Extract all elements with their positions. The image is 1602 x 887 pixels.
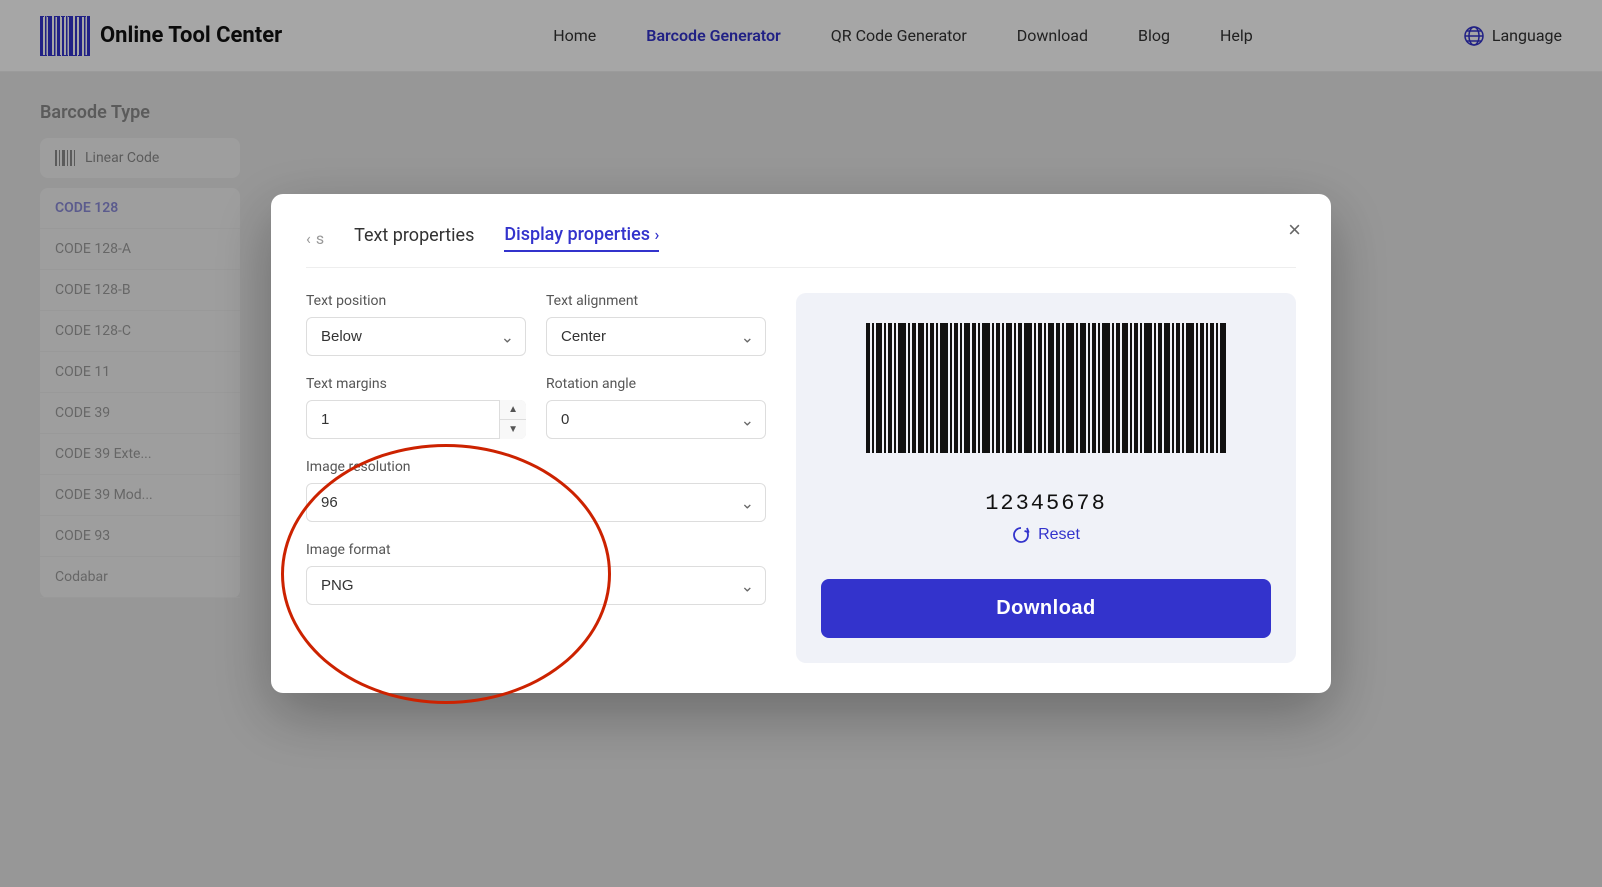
text-alignment-select[interactable]: Center Left Right (546, 317, 766, 356)
rotation-angle-select-wrapper: 0 90 180 270 (546, 400, 766, 439)
image-resolution-select-wrapper: 72 96 150 300 (306, 483, 766, 522)
modal-tabs: ‹ s Text properties Display properties › (306, 224, 1296, 268)
reset-button[interactable]: Reset (1002, 516, 1090, 554)
modal-close-button[interactable]: × (1288, 219, 1301, 241)
modal-overlay: ‹ s Text properties Display properties ›… (0, 0, 1602, 887)
circle-annotation-area: Image resolution 72 96 150 300 Ima (306, 459, 766, 605)
barcode-image (856, 318, 1236, 478)
tab-back[interactable]: ‹ s (306, 229, 324, 248)
text-position-select-wrapper: Below Above None (306, 317, 526, 356)
image-format-group: Image format PNG JPG SVG BMP (306, 542, 766, 605)
chevron-right-icon: › (655, 225, 660, 244)
text-margins-group: Text margins ▲ ▼ (306, 376, 526, 439)
rotation-angle-label: Rotation angle (546, 376, 766, 392)
barcode-number: 12345678 (985, 491, 1107, 516)
text-position-label: Text position (306, 293, 526, 309)
spin-buttons: ▲ ▼ (499, 400, 526, 439)
text-position-select[interactable]: Below Above None (306, 317, 526, 356)
text-alignment-group: Text alignment Center Left Right (546, 293, 766, 356)
modal-body: Text position Below Above None Text alig… (306, 293, 1296, 663)
modal: ‹ s Text properties Display properties ›… (271, 194, 1331, 693)
text-margins-input-wrapper: ▲ ▼ (306, 400, 526, 439)
image-format-select-wrapper: PNG JPG SVG BMP (306, 566, 766, 605)
form-row-2: Text margins ▲ ▼ Rotation angle (306, 376, 766, 439)
image-format-select[interactable]: PNG JPG SVG BMP (306, 566, 766, 605)
barcode-preview: 12345678 (856, 318, 1236, 516)
chevron-left-icon: ‹ (306, 229, 311, 248)
rotation-angle-group: Rotation angle 0 90 180 270 (546, 376, 766, 439)
spin-up-button[interactable]: ▲ (500, 400, 526, 420)
text-alignment-label: Text alignment (546, 293, 766, 309)
download-button[interactable]: Download (821, 579, 1271, 638)
text-margins-label: Text margins (306, 376, 526, 392)
image-resolution-group: Image resolution 72 96 150 300 (306, 459, 766, 522)
download-section: Download (821, 579, 1271, 638)
image-resolution-select[interactable]: 72 96 150 300 (306, 483, 766, 522)
image-format-label: Image format (306, 542, 766, 558)
preview-section: 12345678 Reset Download (796, 293, 1296, 663)
reset-label: Reset (1038, 526, 1080, 544)
tab-text-properties[interactable]: Text properties (354, 225, 474, 251)
form-row-1: Text position Below Above None Text alig… (306, 293, 766, 356)
rotation-angle-select[interactable]: 0 90 180 270 (546, 400, 766, 439)
text-position-group: Text position Below Above None (306, 293, 526, 356)
spin-down-button[interactable]: ▼ (500, 420, 526, 439)
form-section: Text position Below Above None Text alig… (306, 293, 766, 663)
tab-back-label: s (316, 229, 324, 248)
tab-display-label: Display properties (504, 224, 650, 245)
reset-icon (1012, 526, 1030, 544)
tab-display-properties[interactable]: Display properties › (504, 224, 659, 252)
text-margins-input[interactable] (306, 400, 526, 439)
image-resolution-label: Image resolution (306, 459, 766, 475)
text-alignment-select-wrapper: Center Left Right (546, 317, 766, 356)
